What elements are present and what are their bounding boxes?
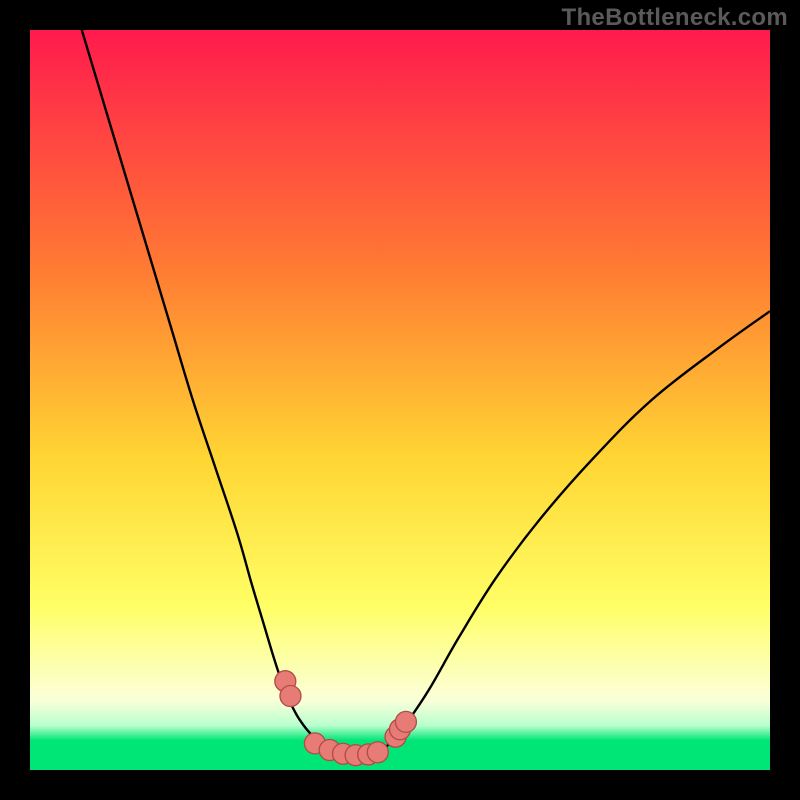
plot-area (30, 30, 770, 770)
data-point-marker (280, 686, 301, 707)
data-point-marker (367, 742, 388, 763)
chart-frame: TheBottleneck.com (0, 0, 800, 800)
gradient-background (30, 30, 770, 770)
watermark-text: TheBottleneck.com (562, 4, 788, 32)
plot-svg (30, 30, 770, 770)
data-point-marker (395, 711, 416, 732)
